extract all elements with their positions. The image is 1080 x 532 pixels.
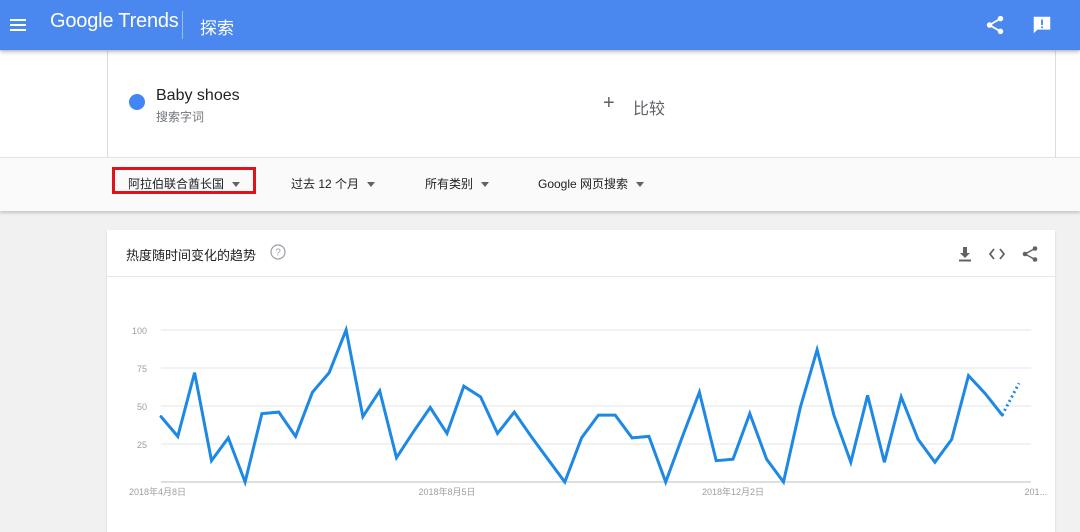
data-point [950,438,953,441]
time-filter-label: 过去 12 个月 [291,177,360,191]
data-point [496,432,499,435]
category-filter-dropdown[interactable]: 所有类别 [425,158,490,211]
series-line-partial-data [1000,382,1021,416]
data-point [866,394,869,397]
data-point [580,436,583,439]
data-point [984,392,987,395]
logo-google-text: Google [50,10,114,32]
data-point [260,412,263,415]
data-point [799,406,802,409]
data-point [765,458,768,461]
data-point [311,391,314,394]
search-term-card[interactable]: Baby shoes 搜索字词 [107,51,582,157]
feedback-icon[interactable] [1031,14,1053,36]
highlight-box [112,167,256,194]
data-point [631,436,634,439]
menu-icon[interactable] [8,13,28,37]
data-point [967,374,970,377]
data-point [378,389,381,392]
data-point [782,481,785,484]
data-point [563,481,566,484]
time-filter-dropdown[interactable]: 过去 12 个月 [291,158,376,211]
google-trends-logo[interactable]: Google Trends [50,10,179,33]
interest-line-chart: 100 75 50 25 2018年4月8日 2018年8月5日 2018年12月2日 201… [129,324,1048,497]
data-point [277,411,280,414]
data-point [933,461,936,464]
card-header: 热度随时间变化的趋势 ? [107,230,1055,277]
logo-trends-text: Trends [118,10,179,32]
download-icon[interactable] [956,245,974,263]
data-point [361,415,364,418]
embed-code-icon[interactable] [988,245,1006,263]
y-tick-label: 50 [137,402,147,412]
svg-text:?: ? [275,248,281,259]
dropdown-caret-icon [481,182,490,188]
dropdown-caret-icon [367,182,376,188]
page-title: 探索 [200,19,234,38]
dropdown-caret-icon [636,182,645,188]
x-tick-label: 2018年12月2日 [702,486,764,497]
data-point [681,435,684,438]
data-point [429,406,432,409]
data-point [1001,414,1004,417]
data-point [513,411,516,414]
data-point [698,391,701,394]
header-divider [182,11,183,39]
data-point [664,481,667,484]
search-term-type: 搜索字词 [156,110,205,124]
data-point [294,435,297,438]
data-point [715,459,718,462]
data-point [900,395,903,398]
data-point [597,414,600,417]
x-tick-label: 201... [1025,487,1048,497]
data-point [328,371,331,374]
data-point [412,430,415,433]
data-point [546,458,549,461]
compare-button[interactable]: + 比较 [581,51,1056,157]
data-point [176,435,179,438]
search-term-name: Baby shoes [156,87,240,104]
data-point [345,329,348,332]
data-point [1018,382,1021,385]
data-point [530,435,533,438]
data-point [849,461,852,464]
search-type-filter-label: Google 网页搜索 [538,177,629,191]
data-point [479,395,482,398]
x-tick-label: 2018年8月5日 [418,486,475,497]
data-point [748,412,751,415]
card-title: 热度随时间变化的趋势 [126,248,257,263]
y-tick-label: 100 [132,326,147,336]
data-point [917,438,920,441]
data-point [446,432,449,435]
data-point [160,415,163,418]
data-point [816,348,819,351]
top-app-bar: Google Trends 探索 [0,0,1080,50]
data-point [244,481,247,484]
data-point [462,385,465,388]
plus-icon: + [603,92,615,114]
share-icon[interactable] [984,14,1006,36]
search-type-filter-dropdown[interactable]: Google 网页搜索 [538,158,645,211]
data-point [193,371,196,374]
data-point [883,461,886,464]
data-point [395,456,398,459]
data-point [832,414,835,417]
help-icon[interactable]: ? [270,244,286,260]
category-filter-label: 所有类别 [425,177,474,191]
data-point [227,436,230,439]
y-tick-label: 25 [137,440,147,450]
share-icon[interactable] [1021,245,1039,263]
data-point [647,435,650,438]
x-tick-label: 2018年4月8日 [129,486,186,497]
y-tick-label: 75 [137,364,147,374]
compare-label: 比较 [633,101,666,118]
series-color-dot [129,94,145,110]
data-point [732,458,735,461]
data-point [210,459,213,462]
data-point [614,414,617,417]
